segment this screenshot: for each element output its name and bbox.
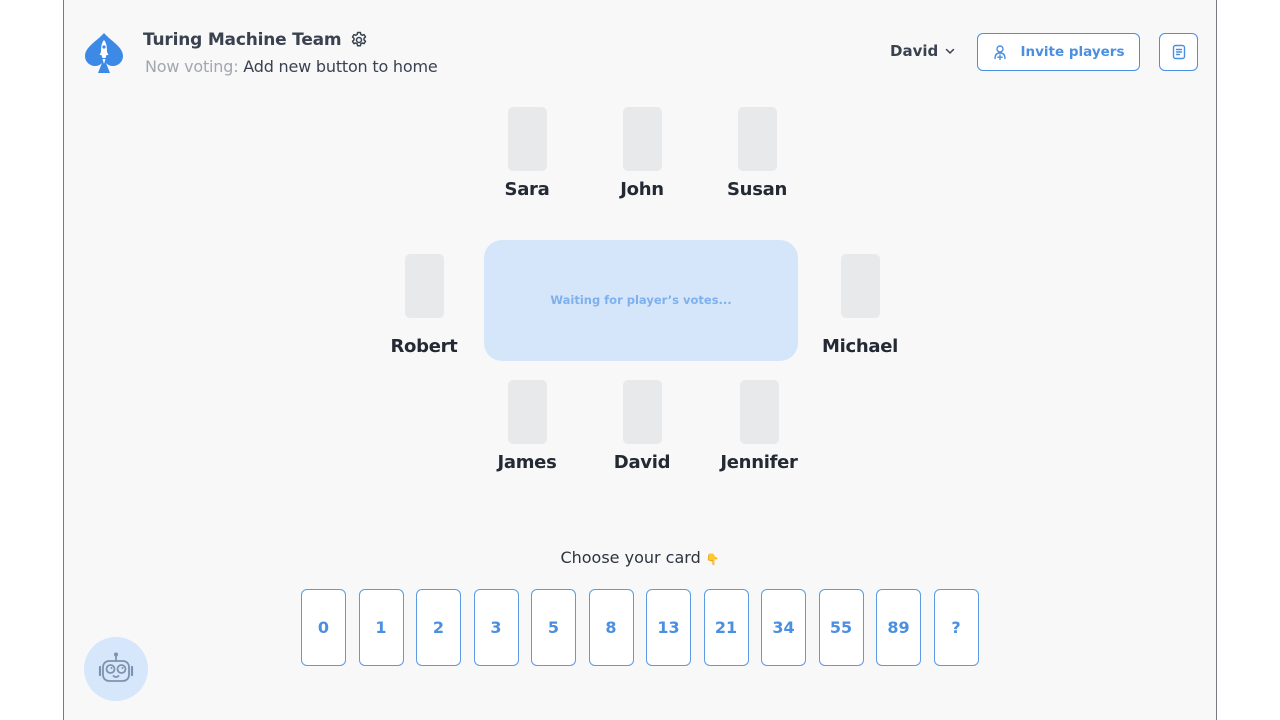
now-voting-label: Now voting: bbox=[145, 57, 239, 76]
vote-card[interactable]: 0 bbox=[301, 589, 346, 666]
gear-icon[interactable] bbox=[349, 30, 369, 50]
player-name: Robert bbox=[390, 336, 458, 357]
player-card-back bbox=[622, 107, 662, 171]
chevron-down-icon bbox=[945, 48, 955, 55]
current-story: Add new button to home bbox=[243, 57, 438, 76]
vote-card[interactable]: 2 bbox=[416, 589, 461, 666]
assistant-bot-button[interactable] bbox=[84, 637, 148, 701]
player-card-back bbox=[737, 107, 777, 171]
vote-card[interactable]: 8 bbox=[588, 589, 634, 666]
vote-card[interactable]: 3 bbox=[473, 589, 519, 666]
player-seat: Susan bbox=[697, 107, 817, 200]
player-name: Michael bbox=[822, 336, 898, 357]
vote-card[interactable]: 89 bbox=[876, 589, 921, 666]
team-title: Turing Machine Team bbox=[143, 30, 369, 50]
player-seat: Robert bbox=[364, 254, 484, 357]
player-card-back bbox=[840, 254, 880, 318]
player-name: Susan bbox=[727, 179, 787, 200]
player-card-back bbox=[622, 380, 662, 444]
player-seat: Michael bbox=[800, 254, 920, 357]
player-card-back bbox=[739, 380, 779, 444]
user-plus-icon bbox=[994, 45, 1007, 60]
vote-card[interactable]: 55 bbox=[818, 589, 864, 666]
choose-card-prompt: Choose your card 👇 bbox=[64, 548, 1216, 567]
table-status-message: Waiting for player’s votes... bbox=[550, 292, 732, 307]
player-seat: David bbox=[582, 380, 702, 473]
player-card-back bbox=[507, 380, 547, 444]
player-name: John bbox=[620, 179, 664, 200]
pointing-down-icon: 👇 bbox=[705, 553, 720, 566]
vote-card[interactable]: 13 bbox=[646, 589, 691, 666]
invite-players-label: Invite players bbox=[1020, 44, 1125, 60]
invite-players-button[interactable]: Invite players bbox=[977, 33, 1140, 71]
now-voting: Now voting: Add new button to home bbox=[145, 57, 438, 76]
card-deck: 0 1 2 3 5 8 13 21 34 55 89 ? bbox=[301, 589, 979, 666]
vote-card[interactable]: 34 bbox=[761, 589, 806, 666]
vote-card[interactable]: ? bbox=[933, 589, 979, 666]
vote-card[interactable]: 21 bbox=[703, 589, 749, 666]
user-name: David bbox=[890, 42, 939, 60]
choose-card-label: Choose your card bbox=[560, 548, 701, 567]
player-name: James bbox=[497, 452, 557, 473]
vote-card[interactable]: 1 bbox=[358, 589, 404, 666]
app-window: Turing Machine Team Now voting: Add new … bbox=[63, 0, 1217, 720]
team-name: Turing Machine Team bbox=[143, 30, 342, 50]
player-name: David bbox=[613, 452, 671, 473]
player-seat: Jennifer bbox=[699, 380, 819, 473]
spade-rocket-logo-icon bbox=[85, 33, 123, 73]
poker-table: Waiting for player’s votes... bbox=[484, 240, 798, 361]
user-menu[interactable]: David bbox=[890, 42, 956, 60]
vote-card[interactable]: 5 bbox=[531, 589, 576, 666]
notes-button[interactable] bbox=[1159, 33, 1198, 71]
player-card-back bbox=[404, 254, 444, 318]
player-name: Sara bbox=[504, 179, 550, 200]
document-icon bbox=[1172, 44, 1185, 60]
player-name: Jennifer bbox=[720, 452, 798, 473]
player-seat: Sara bbox=[467, 107, 587, 200]
robot-icon bbox=[98, 652, 134, 682]
player-seat: James bbox=[467, 380, 587, 473]
player-seat: John bbox=[582, 107, 702, 200]
player-card-back bbox=[507, 107, 547, 171]
